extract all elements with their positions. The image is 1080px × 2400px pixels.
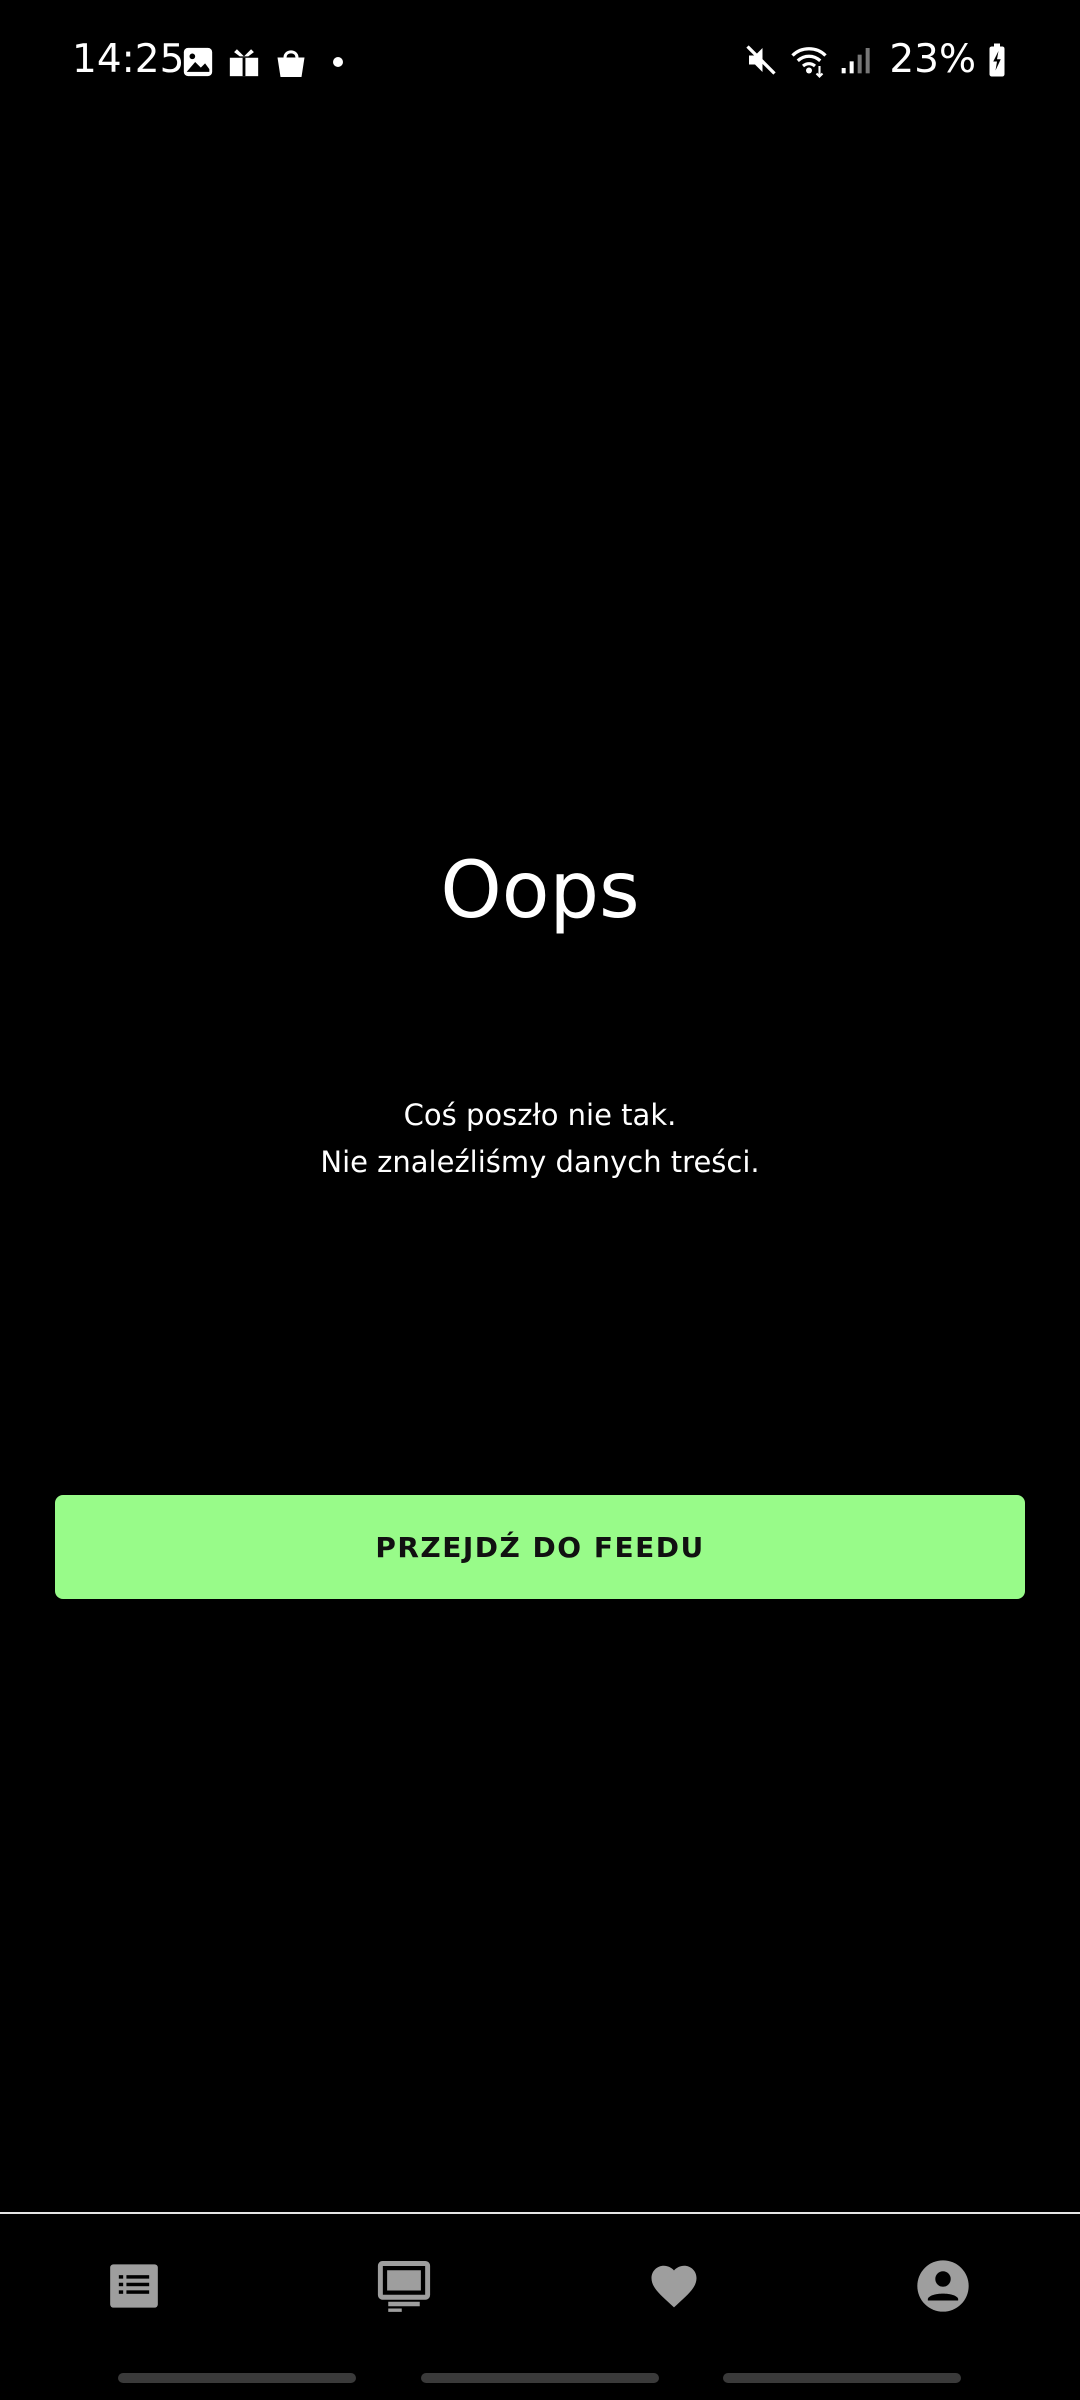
bottom-navigation (0, 2214, 1080, 2362)
nav-item-profile[interactable] (911, 2254, 975, 2318)
nav-item-favorites[interactable] (642, 2254, 706, 2318)
system-gesture-bar-home[interactable] (421, 2373, 659, 2383)
list-icon (108, 2260, 160, 2312)
status-time: 14:25 (72, 37, 185, 82)
status-bar: 14:25 23% (0, 0, 1080, 120)
nav-item-feed[interactable] (102, 2254, 166, 2318)
error-title: Oops (440, 846, 640, 936)
gift-icon (227, 45, 261, 79)
notification-dot (333, 57, 343, 67)
battery-charging-icon (986, 42, 1008, 78)
system-gesture-bar-back[interactable] (723, 2373, 961, 2383)
wifi-icon (789, 42, 829, 78)
error-message-line-1: Coś poszło nie tak. (403, 1098, 677, 1132)
image-icon (181, 45, 215, 79)
signal-icon (839, 43, 871, 77)
battery-percentage: 23% (889, 37, 976, 82)
status-system-icons: 23% (743, 36, 1008, 84)
status-notification-icons (181, 42, 343, 82)
error-message-line-2: Nie znaleźliśmy danych treści. (320, 1145, 760, 1179)
profile-icon (915, 2258, 971, 2314)
go-to-feed-button[interactable]: PRZEJDŹ DO FEEDU (55, 1495, 1025, 1599)
system-gesture-bar-recents[interactable] (118, 2373, 356, 2383)
tv-icon (377, 2259, 431, 2313)
shopping-bag-icon (273, 44, 309, 80)
heart-icon (647, 2259, 701, 2313)
muted-icon (743, 42, 779, 78)
nav-item-tv[interactable] (372, 2254, 436, 2318)
